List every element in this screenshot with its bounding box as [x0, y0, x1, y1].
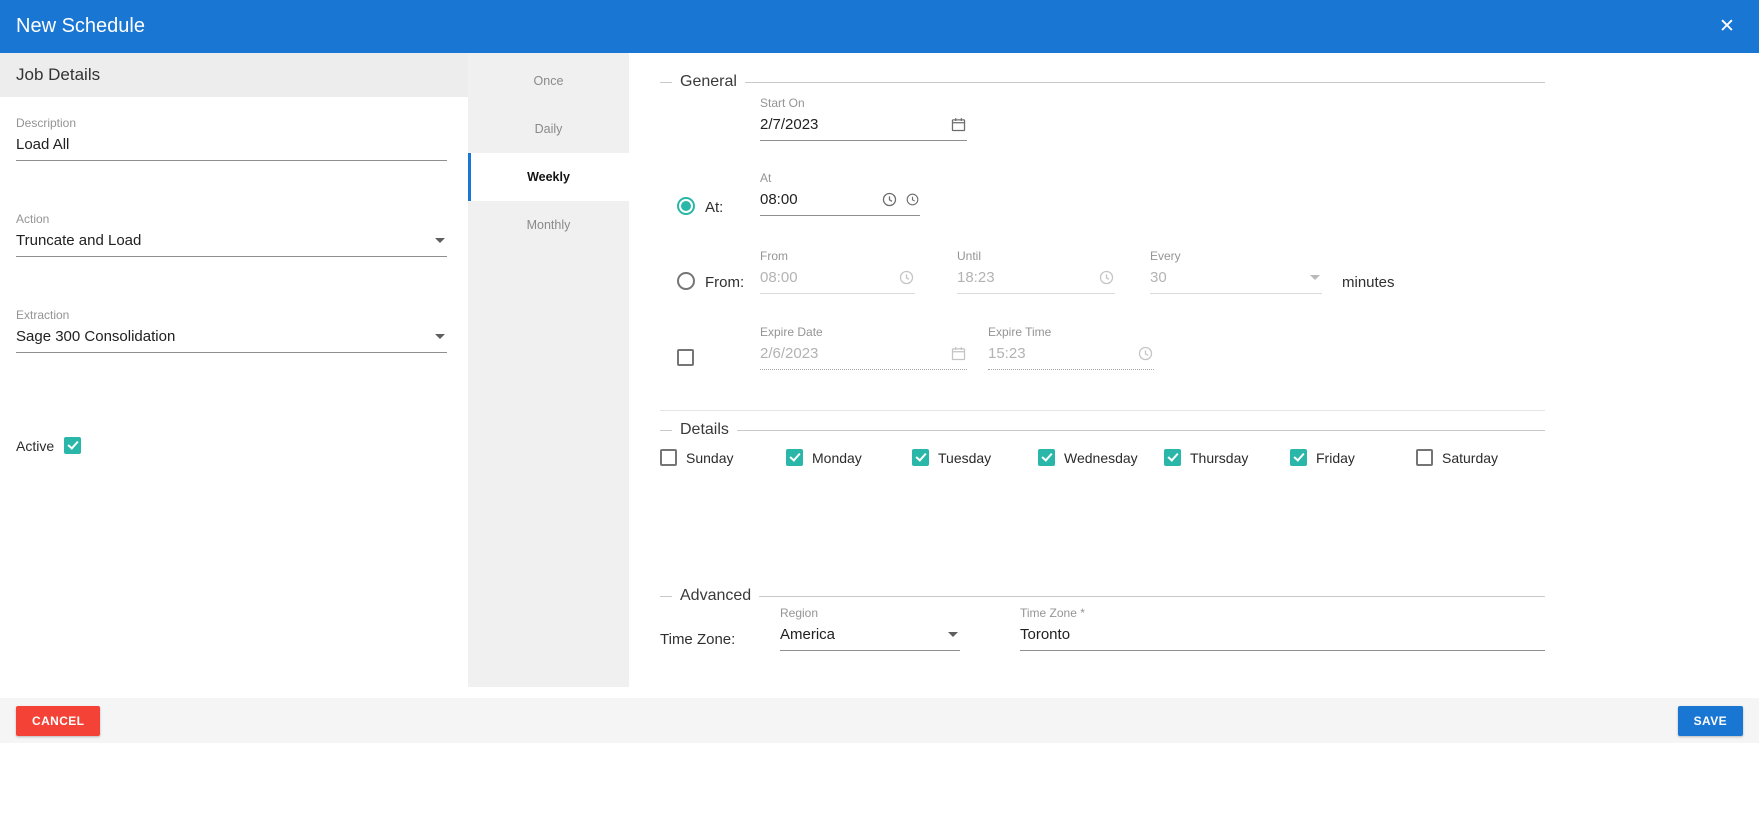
- time-picker-icon[interactable]: [905, 192, 920, 207]
- day-monday[interactable]: Monday: [786, 449, 912, 466]
- day-tuesday[interactable]: Tuesday: [912, 449, 1038, 466]
- until-time-label: Until: [957, 249, 1115, 265]
- until-time-input[interactable]: 18:23: [957, 265, 1115, 294]
- tab-daily[interactable]: Daily: [468, 105, 629, 153]
- at-time-input[interactable]: 08:00: [760, 187, 920, 216]
- expire-date-field: Expire Date 2/6/2023: [760, 325, 967, 370]
- expire-date-label: Expire Date: [760, 325, 967, 341]
- at-time-field: At 08:00: [760, 171, 920, 216]
- day-wednesday[interactable]: Wednesday: [1038, 449, 1164, 466]
- job-details-header: Job Details: [0, 53, 468, 97]
- from-time-input[interactable]: 08:00: [760, 265, 915, 294]
- checkbox-icon[interactable]: [1416, 449, 1433, 466]
- expire-time-label: Expire Time: [988, 325, 1154, 341]
- region-select[interactable]: America: [780, 622, 960, 651]
- at-radio[interactable]: [677, 197, 695, 215]
- time-zone-row-label: Time Zone:: [660, 631, 735, 648]
- section-divider: [660, 410, 1545, 411]
- expire-checkbox[interactable]: [677, 349, 694, 366]
- checkbox-icon[interactable]: [1290, 449, 1307, 466]
- every-label: Every: [1150, 249, 1322, 265]
- title-bar: New Schedule ✕: [0, 0, 1759, 53]
- checkbox-icon[interactable]: [660, 449, 677, 466]
- from-radio-label: From:: [705, 274, 744, 291]
- day-saturday[interactable]: Saturday: [1416, 449, 1542, 466]
- schedule-form-panel: General Start On 2/7/2023 At: At 08:00: [629, 53, 1759, 687]
- close-icon[interactable]: ✕: [1709, 0, 1745, 53]
- at-radio-label: At:: [705, 199, 723, 216]
- clock-icon: [1137, 345, 1154, 362]
- checkbox-icon[interactable]: [786, 449, 803, 466]
- start-on-field: Start On 2/7/2023: [760, 96, 967, 141]
- footer-bar: CANCEL SAVE: [0, 698, 1759, 743]
- dialog-title: New Schedule: [16, 15, 145, 38]
- extraction-field: Extraction Sage 300 Consolidation: [16, 308, 447, 353]
- clock-icon[interactable]: [881, 191, 898, 208]
- every-field: Every 30: [1150, 249, 1322, 294]
- start-on-label: Start On: [760, 96, 967, 112]
- time-zone-input[interactable]: Toronto: [1020, 622, 1545, 651]
- day-thursday[interactable]: Thursday: [1164, 449, 1290, 466]
- minutes-label: minutes: [1342, 274, 1395, 291]
- expire-time-field: Expire Time 15:23: [988, 325, 1154, 370]
- details-section-legend: Details: [660, 421, 1545, 439]
- checkbox-icon[interactable]: [1038, 449, 1055, 466]
- at-time-label: At: [760, 171, 920, 187]
- save-button[interactable]: SAVE: [1678, 706, 1743, 736]
- expire-time-input[interactable]: 15:23: [988, 341, 1154, 370]
- expire-date-input[interactable]: 2/6/2023: [760, 341, 967, 370]
- cancel-button[interactable]: CANCEL: [16, 706, 100, 736]
- from-radio[interactable]: [677, 272, 695, 290]
- active-checkbox[interactable]: [64, 437, 81, 454]
- clock-icon: [1098, 269, 1115, 286]
- tab-monthly[interactable]: Monthly: [468, 201, 629, 249]
- clock-icon: [898, 269, 915, 286]
- from-time-field: From 08:00: [760, 249, 915, 294]
- time-zone-field: Time Zone * Toronto: [1020, 606, 1545, 651]
- action-field: Action Truncate and Load: [16, 212, 447, 257]
- description-field: Description Load All: [16, 116, 447, 161]
- tab-weekly[interactable]: Weekly: [468, 153, 629, 201]
- advanced-section-legend: Advanced: [660, 587, 1545, 605]
- from-time-label: From: [760, 249, 915, 265]
- chevron-down-icon: [1310, 275, 1320, 280]
- region-label: Region: [780, 606, 960, 622]
- active-label: Active: [16, 438, 54, 454]
- chevron-down-icon: [435, 334, 445, 339]
- general-section-legend: General: [660, 73, 1545, 91]
- active-row: Active: [16, 437, 81, 454]
- calendar-icon: [950, 345, 967, 362]
- checkbox-icon[interactable]: [912, 449, 929, 466]
- weekday-checkbox-row: Sunday Monday Tuesday Wednesday Thursday…: [660, 449, 1542, 466]
- extraction-select[interactable]: Sage 300 Consolidation: [16, 324, 447, 353]
- new-schedule-dialog: New Schedule ✕ Job Details Description L…: [0, 0, 1759, 835]
- day-friday[interactable]: Friday: [1290, 449, 1416, 466]
- day-sunday[interactable]: Sunday: [660, 449, 786, 466]
- every-select[interactable]: 30: [1150, 265, 1322, 294]
- schedule-type-tabs: Once Daily Weekly Monthly: [468, 53, 629, 687]
- description-label: Description: [16, 116, 447, 132]
- chevron-down-icon: [948, 632, 958, 637]
- start-on-input[interactable]: 2/7/2023: [760, 112, 967, 141]
- action-select[interactable]: Truncate and Load: [16, 228, 447, 257]
- job-details-panel: Job Details Description Load All Action …: [0, 53, 468, 687]
- description-input[interactable]: Load All: [16, 132, 447, 161]
- calendar-icon[interactable]: [950, 116, 967, 133]
- job-details-title: Job Details: [16, 65, 100, 85]
- action-label: Action: [16, 212, 447, 228]
- tab-once[interactable]: Once: [468, 57, 629, 105]
- time-zone-label: Time Zone *: [1020, 606, 1545, 622]
- extraction-label: Extraction: [16, 308, 447, 324]
- chevron-down-icon: [435, 238, 445, 243]
- checkbox-icon[interactable]: [1164, 449, 1181, 466]
- until-time-field: Until 18:23: [957, 249, 1115, 294]
- region-field: Region America: [780, 606, 960, 651]
